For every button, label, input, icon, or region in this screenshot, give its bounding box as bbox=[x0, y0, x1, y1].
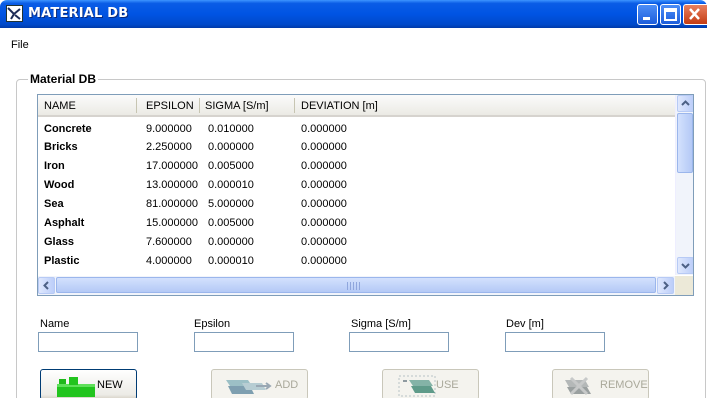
table-row[interactable]: Bricks 2.250000 0.000000 0.000000 bbox=[38, 138, 675, 157]
table-row[interactable]: Concrete 9.000000 0.010000 0.000000 bbox=[38, 120, 675, 139]
cell-deviation: 0.000000 bbox=[301, 236, 347, 248]
window-title: MATERIAL DB bbox=[28, 6, 129, 21]
column-header-name[interactable]: NAME bbox=[44, 100, 76, 112]
cell-sigma: 0.000000 bbox=[208, 236, 254, 248]
scroll-up-button[interactable] bbox=[677, 95, 693, 112]
cell-epsilon: 9.000000 bbox=[146, 123, 192, 135]
cell-epsilon: 13.000000 bbox=[146, 179, 198, 191]
cell-name: Wood bbox=[44, 179, 75, 191]
add-button[interactable]: ADD bbox=[211, 369, 308, 398]
column-header-deviation[interactable]: DEVIATION [m] bbox=[301, 100, 378, 112]
menu-bar: File bbox=[0, 28, 707, 51]
maximize-button[interactable] bbox=[660, 4, 681, 25]
scroll-right-button[interactable] bbox=[657, 277, 674, 294]
table-row[interactable]: Iron 17.000000 0.005000 0.000000 bbox=[38, 157, 675, 176]
table-row[interactable]: Sea 81.000000 5.000000 0.000000 bbox=[38, 195, 675, 214]
app-icon bbox=[6, 5, 23, 22]
cell-deviation: 0.000000 bbox=[301, 123, 347, 135]
cell-sigma: 0.000010 bbox=[208, 179, 254, 191]
cell-sigma: 0.010000 bbox=[208, 123, 254, 135]
cell-sigma: 0.005000 bbox=[208, 160, 254, 172]
new-icon bbox=[55, 374, 97, 398]
epsilon-field[interactable] bbox=[194, 332, 294, 352]
column-separator[interactable] bbox=[294, 98, 295, 113]
dev-label: Dev [m] bbox=[506, 318, 544, 330]
materials-table[interactable]: NAME EPSILON SIGMA [S/m] DEVIATION [m] C… bbox=[37, 94, 694, 296]
cell-name: Bricks bbox=[44, 141, 78, 153]
cell-sigma: 0.000010 bbox=[208, 255, 254, 267]
cell-name: Concrete bbox=[44, 123, 92, 135]
cell-deviation: 0.000000 bbox=[301, 198, 347, 210]
table-row[interactable]: Asphalt 15.000000 0.005000 0.000000 bbox=[38, 214, 675, 233]
menu-file-label: File bbox=[11, 39, 29, 51]
use-button-label: USE bbox=[436, 379, 459, 391]
cell-name: Iron bbox=[44, 160, 65, 172]
group-title: Material DB bbox=[28, 72, 99, 86]
use-button[interactable]: USE bbox=[382, 369, 479, 398]
cell-name: Asphalt bbox=[44, 217, 85, 229]
sigma-field[interactable] bbox=[349, 332, 449, 352]
table-row[interactable]: Plastic 4.000000 0.000010 0.000000 bbox=[38, 252, 675, 271]
menu-file[interactable]: File bbox=[11, 39, 29, 51]
table-row[interactable]: Wood 13.000000 0.000010 0.000000 bbox=[38, 176, 675, 195]
column-separator[interactable] bbox=[199, 98, 200, 113]
sigma-label: Sigma [S/m] bbox=[351, 318, 411, 330]
cell-epsilon: 7.600000 bbox=[146, 236, 192, 248]
name-field[interactable] bbox=[38, 332, 138, 352]
remove-button-label: REMOVE bbox=[600, 379, 648, 391]
column-separator[interactable] bbox=[136, 98, 137, 113]
cell-sigma: 0.000000 bbox=[208, 141, 254, 153]
cell-sigma: 5.000000 bbox=[208, 198, 254, 210]
column-header-epsilon[interactable]: EPSILON bbox=[146, 100, 194, 112]
cell-deviation: 0.000000 bbox=[301, 255, 347, 267]
name-label: Name bbox=[40, 318, 70, 330]
scrollbar-corner bbox=[675, 276, 693, 295]
cell-deviation: 0.000000 bbox=[301, 160, 347, 172]
minimize-button[interactable] bbox=[637, 4, 658, 25]
dev-field[interactable] bbox=[505, 332, 605, 352]
horizontal-scrollbar[interactable] bbox=[38, 276, 675, 295]
epsilon-label: Epsilon bbox=[194, 318, 231, 330]
cell-epsilon: 17.000000 bbox=[146, 160, 198, 172]
cell-name: Plastic bbox=[44, 255, 80, 267]
close-button[interactable] bbox=[683, 4, 707, 25]
cell-epsilon: 15.000000 bbox=[146, 217, 198, 229]
cell-name: Sea bbox=[44, 198, 64, 210]
table-header: NAME EPSILON SIGMA [S/m] DEVIATION [m] bbox=[38, 95, 676, 117]
cell-epsilon: 2.250000 bbox=[146, 141, 192, 153]
remove-button[interactable]: REMOVE bbox=[552, 369, 649, 398]
cell-deviation: 0.000000 bbox=[301, 217, 347, 229]
cell-sigma: 0.005000 bbox=[208, 217, 254, 229]
add-button-label: ADD bbox=[275, 379, 299, 391]
scroll-down-button[interactable] bbox=[677, 257, 693, 274]
new-button-label: NEW bbox=[97, 379, 123, 391]
cell-epsilon: 81.000000 bbox=[146, 198, 198, 210]
vertical-scroll-thumb[interactable] bbox=[677, 113, 693, 173]
add-icon bbox=[222, 374, 274, 398]
horizontal-scroll-thumb[interactable] bbox=[56, 277, 656, 293]
vertical-scrollbar[interactable] bbox=[675, 95, 693, 275]
column-header-sigma[interactable]: SIGMA [S/m] bbox=[205, 100, 269, 112]
cell-deviation: 0.000000 bbox=[301, 179, 347, 191]
cell-epsilon: 4.000000 bbox=[146, 255, 192, 267]
table-row[interactable]: Glass 7.600000 0.000000 0.000000 bbox=[38, 233, 675, 252]
title-bar[interactable]: MATERIAL DB bbox=[0, 0, 707, 28]
new-button[interactable]: NEW bbox=[40, 369, 137, 398]
scroll-left-button[interactable] bbox=[38, 277, 55, 294]
cell-name: Glass bbox=[44, 236, 74, 248]
cell-deviation: 0.000000 bbox=[301, 141, 347, 153]
scroll-grip-icon bbox=[347, 282, 361, 290]
remove-icon bbox=[559, 374, 599, 398]
